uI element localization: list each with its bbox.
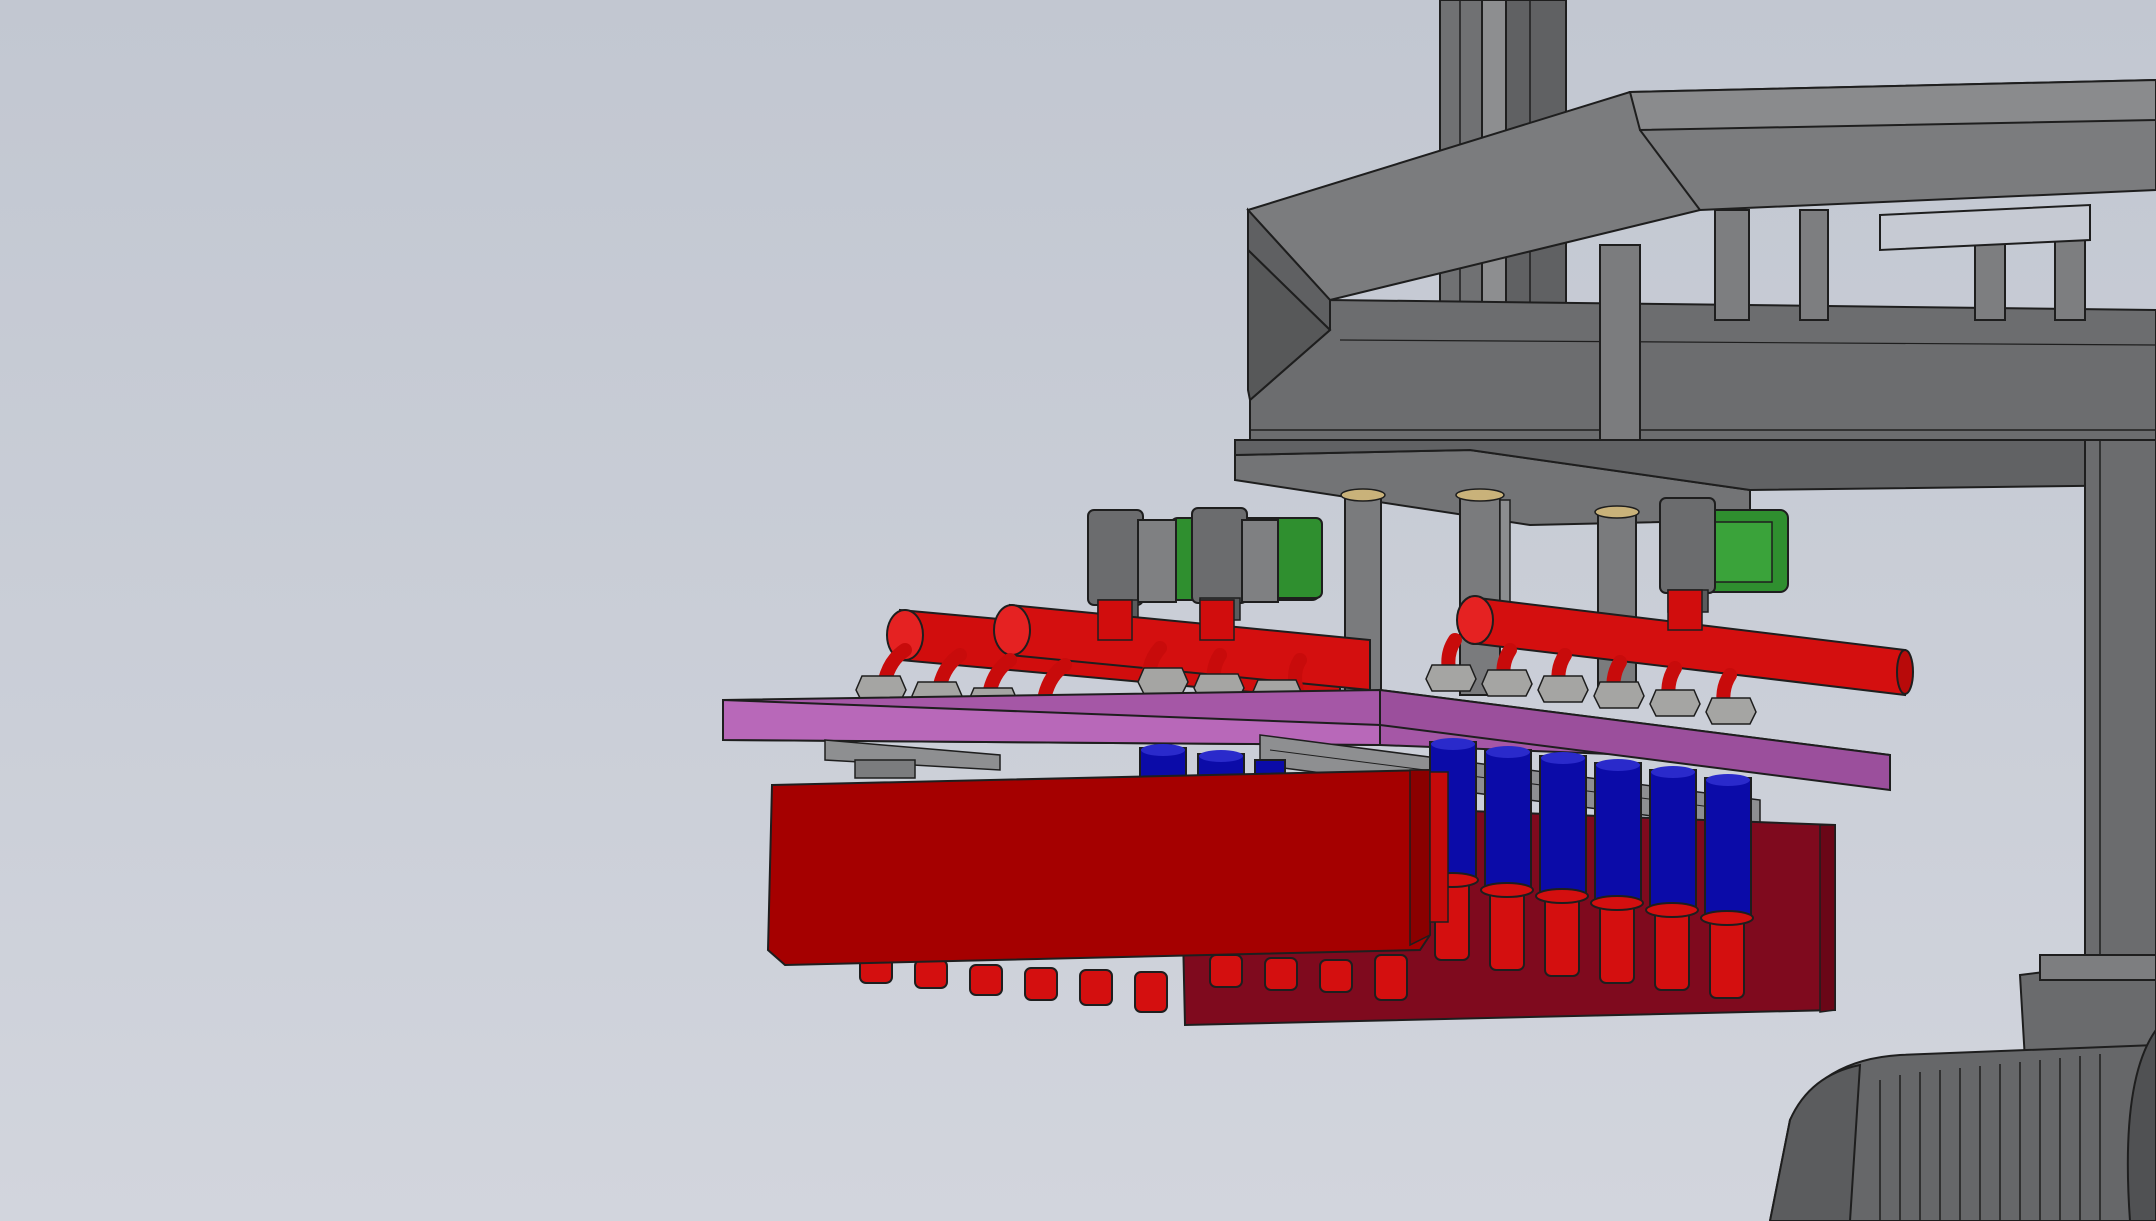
inner-bar-c: [1974, 239, 2006, 321]
motor-bracket-top: [2039, 954, 2156, 981]
mid-beam: [1249, 298, 2156, 441]
gripper-housing-left[interactable]: [766, 768, 1449, 967]
inner-bar-a: [1714, 209, 1750, 321]
motor-end-cap: [1768, 1063, 1862, 1221]
3d-viewport[interactable]: [0, 0, 2156, 1221]
right-leg: [2084, 439, 2156, 971]
inner-bar-b: [1799, 209, 1829, 321]
vertical-rod-1: [1599, 244, 1641, 446]
cad-model-scene[interactable]: [0, 0, 2156, 1221]
upper-beam-face: [1628, 78, 2156, 132]
inner-bar-d: [2054, 239, 2086, 321]
